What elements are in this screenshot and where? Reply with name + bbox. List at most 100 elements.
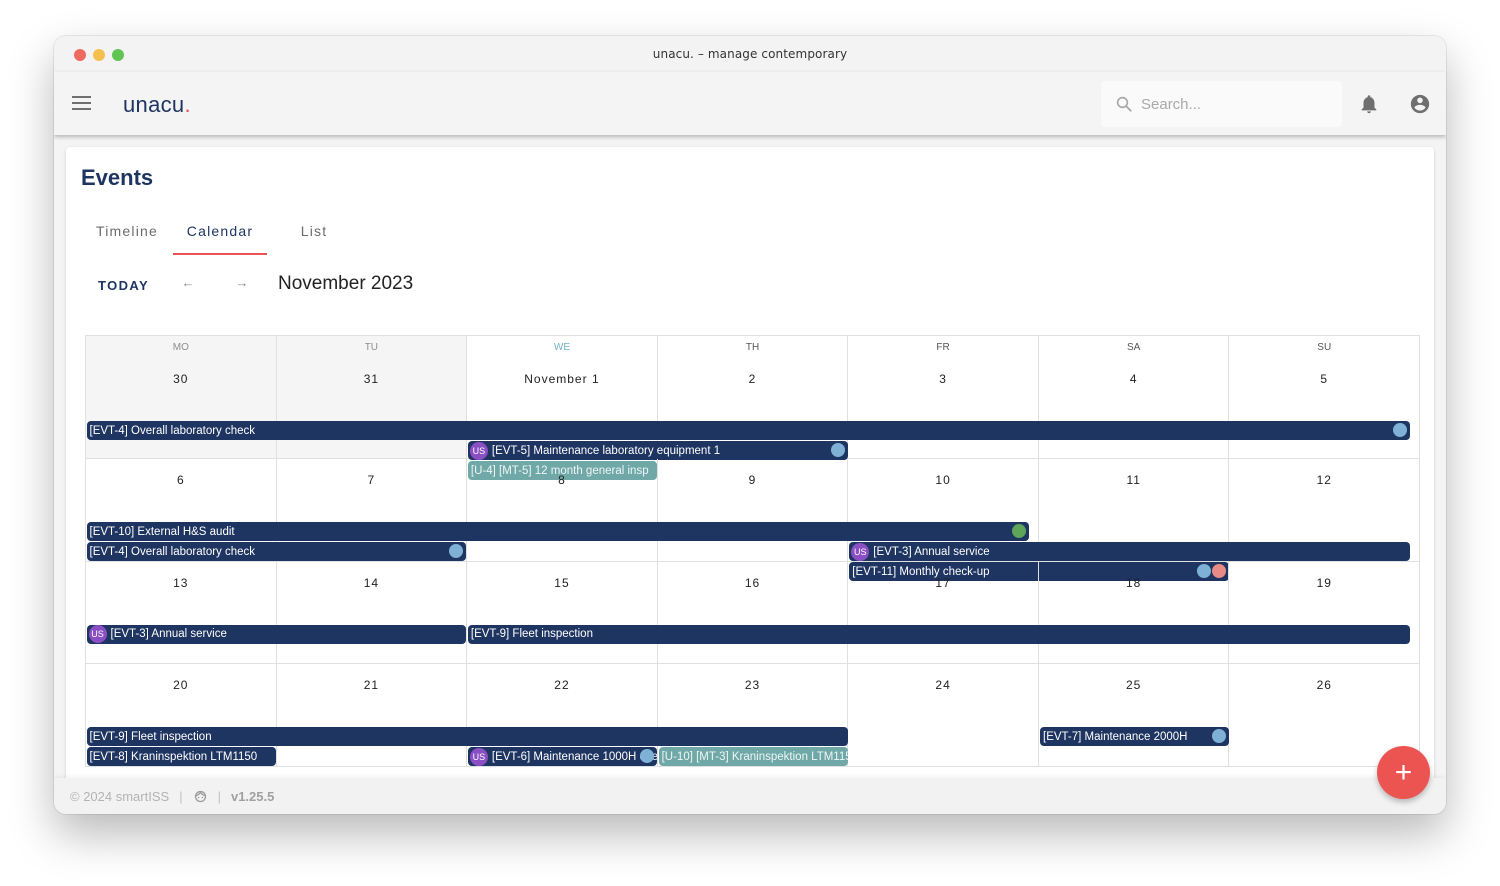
calendar-day-cell[interactable]: 31 — [276, 358, 468, 458]
today-button[interactable]: TODAY — [81, 271, 166, 299]
bell-icon[interactable] — [1358, 93, 1380, 115]
event-label: [EVT-3] Annual service — [110, 628, 227, 640]
calendar-event[interactable]: [EVT-9] Fleet inspection — [467, 624, 1410, 644]
status-dot-icon — [640, 749, 655, 763]
menu-icon[interactable] — [72, 96, 91, 110]
app-version: v1.25.5 — [230, 788, 275, 804]
calendar-event[interactable]: [EVT-9] Fleet inspection — [86, 727, 848, 746]
status-dot-icon — [1392, 423, 1407, 437]
calendar-day-cell[interactable]: 17 — [848, 561, 1039, 663]
status-dot-icon — [1212, 729, 1227, 743]
day-number[interactable]: 25 — [1039, 678, 1229, 692]
day-number[interactable]: 16 — [658, 576, 848, 590]
search-box[interactable] — [1101, 81, 1342, 127]
event-label: [U-10] [MT-3] Kraninspektion LTM1150 — [661, 750, 848, 763]
weekday-header: MO TU WE TH FR SA SU — [86, 336, 1421, 358]
calendar-day-cell[interactable]: 30 — [86, 358, 277, 458]
event-label: [EVT-8] Kraninspektion LTM1150 — [89, 750, 258, 763]
calendar-event[interactable]: US [EVT-5] Maintenance laboratory equipme… — [467, 441, 848, 460]
calendar-day-cell[interactable]: 18 — [1039, 561, 1230, 663]
day-number[interactable]: 12 — [1229, 473, 1419, 487]
calendar-day-cell[interactable]: 8 — [467, 459, 658, 561]
day-number[interactable]: 30 — [86, 372, 276, 386]
calendar-event[interactable]: [U-10] [MT-3] Kraninspektion LTM1150 — [658, 747, 848, 766]
event-label: [EVT-6] Maintenance 1000H check — [491, 750, 658, 763]
event-label: [EVT-4] Overall laboratory check — [89, 545, 256, 558]
app-logo[interactable]: unacu. — [123, 92, 191, 118]
calendar-day-cell[interactable]: 9 — [658, 459, 849, 561]
calendar-day-cell[interactable]: 14 — [277, 561, 468, 663]
day-number[interactable]: 21 — [277, 678, 467, 692]
day-number[interactable]: 14 — [277, 576, 467, 590]
tab-list[interactable]: List — [267, 207, 361, 255]
day-number[interactable]: 19 — [1229, 576, 1419, 590]
calendar-event[interactable]: [EVT-7] Maintenance 2000H — [1040, 727, 1230, 746]
day-number[interactable]: 7 — [277, 473, 467, 487]
search-icon — [1116, 96, 1132, 112]
calendar-day-cell[interactable]: 15 — [467, 561, 658, 663]
calendar-day-cell[interactable]: 13 — [86, 561, 277, 663]
calendar-event[interactable]: US [EVT-3] Annual service — [849, 542, 1410, 561]
footer-separator: | — [179, 788, 183, 804]
day-number[interactable]: 24 — [848, 678, 1038, 692]
event-status-indicators — [1212, 729, 1227, 743]
day-number[interactable]: 18 — [1039, 576, 1229, 590]
day-number[interactable]: 20 — [86, 678, 276, 692]
day-number[interactable]: 10 — [848, 473, 1038, 487]
previous-month-button[interactable]: ← — [178, 275, 198, 290]
day-number[interactable]: 17 — [848, 576, 1038, 590]
day-number[interactable]: 9 — [658, 473, 848, 487]
day-number[interactable]: 8 — [467, 473, 657, 487]
calendar-week-row: 20 21 22 23 24 25 26 [EVT-9] Fleet inspection [E… — [86, 664, 1421, 767]
calendar-day-cell[interactable]: 3 — [848, 358, 1039, 458]
calendar-week-row: 6 7 8 9 10 11 12 [EVT-10] External H&S audit [EV… — [86, 459, 1421, 581]
tab-calendar[interactable]: Calendar — [173, 207, 267, 255]
weekday-label: MO — [86, 336, 277, 358]
day-number[interactable]: 15 — [467, 576, 657, 590]
weekday-label: WE — [467, 336, 658, 358]
footer-separator: | — [217, 788, 221, 804]
calendar-day-cell[interactable]: 25 — [1039, 664, 1230, 766]
day-number[interactable]: 13 — [86, 576, 276, 590]
app-bar: unacu. — [54, 72, 1446, 135]
search-input[interactable] — [1141, 95, 1331, 113]
day-number[interactable]: November 1 — [467, 372, 657, 386]
calendar-day-cell[interactable]: 21 — [277, 664, 468, 766]
logo-text: unacu — [123, 92, 185, 117]
status-dot-icon — [1011, 524, 1026, 538]
tab-timeline[interactable]: Timeline — [81, 207, 173, 255]
calendar-day-cell[interactable]: 5 — [1229, 358, 1421, 458]
day-number[interactable]: 11 — [1039, 473, 1229, 487]
support-bot-icon[interactable] — [193, 789, 208, 804]
day-number[interactable]: 6 — [86, 473, 276, 487]
day-number[interactable]: 5 — [1229, 372, 1419, 386]
calendar-day-cell[interactable]: 4 — [1039, 358, 1230, 458]
day-number[interactable]: 23 — [658, 678, 848, 692]
day-number[interactable]: 31 — [277, 372, 467, 386]
day-number[interactable]: 26 — [1229, 678, 1419, 692]
calendar-event[interactable]: [EVT-10] External H&S audit — [86, 522, 1029, 541]
account-circle-icon[interactable] — [1409, 93, 1431, 115]
event-status-indicators — [640, 749, 655, 763]
event-status-indicators — [1392, 423, 1407, 437]
calendar-event[interactable]: [EVT-8] Kraninspektion LTM1150 — [86, 747, 276, 766]
calendar-day-cell[interactable]: 16 — [658, 561, 849, 663]
calendar-event[interactable]: US [EVT-3] Annual service — [86, 624, 467, 644]
day-number[interactable]: 3 — [848, 372, 1038, 386]
day-number[interactable]: 4 — [1039, 372, 1229, 386]
next-month-button[interactable]: → — [232, 275, 252, 290]
event-label: [EVT-7] Maintenance 2000H — [1043, 730, 1188, 743]
calendar-day-cell[interactable]: 24 — [848, 664, 1039, 766]
app-window: unacu. – manage contemporary unacu. Even… — [54, 36, 1446, 814]
event-label: [EVT-3] Annual service — [873, 545, 990, 558]
current-month-label: November 2023 — [278, 273, 414, 294]
day-number[interactable]: 2 — [658, 372, 848, 386]
calendar-event[interactable]: [EVT-4] Overall laboratory check — [86, 542, 467, 561]
calendar-event[interactable]: [EVT-4] Overall laboratory check — [86, 421, 1410, 440]
calendar-event[interactable]: US [EVT-6] Maintenance 1000H check — [467, 747, 658, 766]
month-calendar-grid: MO TU WE TH FR SA SU 30 31 November 1 2 3 4 5[… — [85, 335, 1421, 767]
add-event-button[interactable]: + — [1377, 746, 1430, 799]
event-label: [EVT-9] Fleet inspection — [470, 628, 593, 640]
day-number[interactable]: 22 — [467, 678, 657, 692]
calendar-day-cell[interactable]: 19 — [1229, 561, 1421, 663]
